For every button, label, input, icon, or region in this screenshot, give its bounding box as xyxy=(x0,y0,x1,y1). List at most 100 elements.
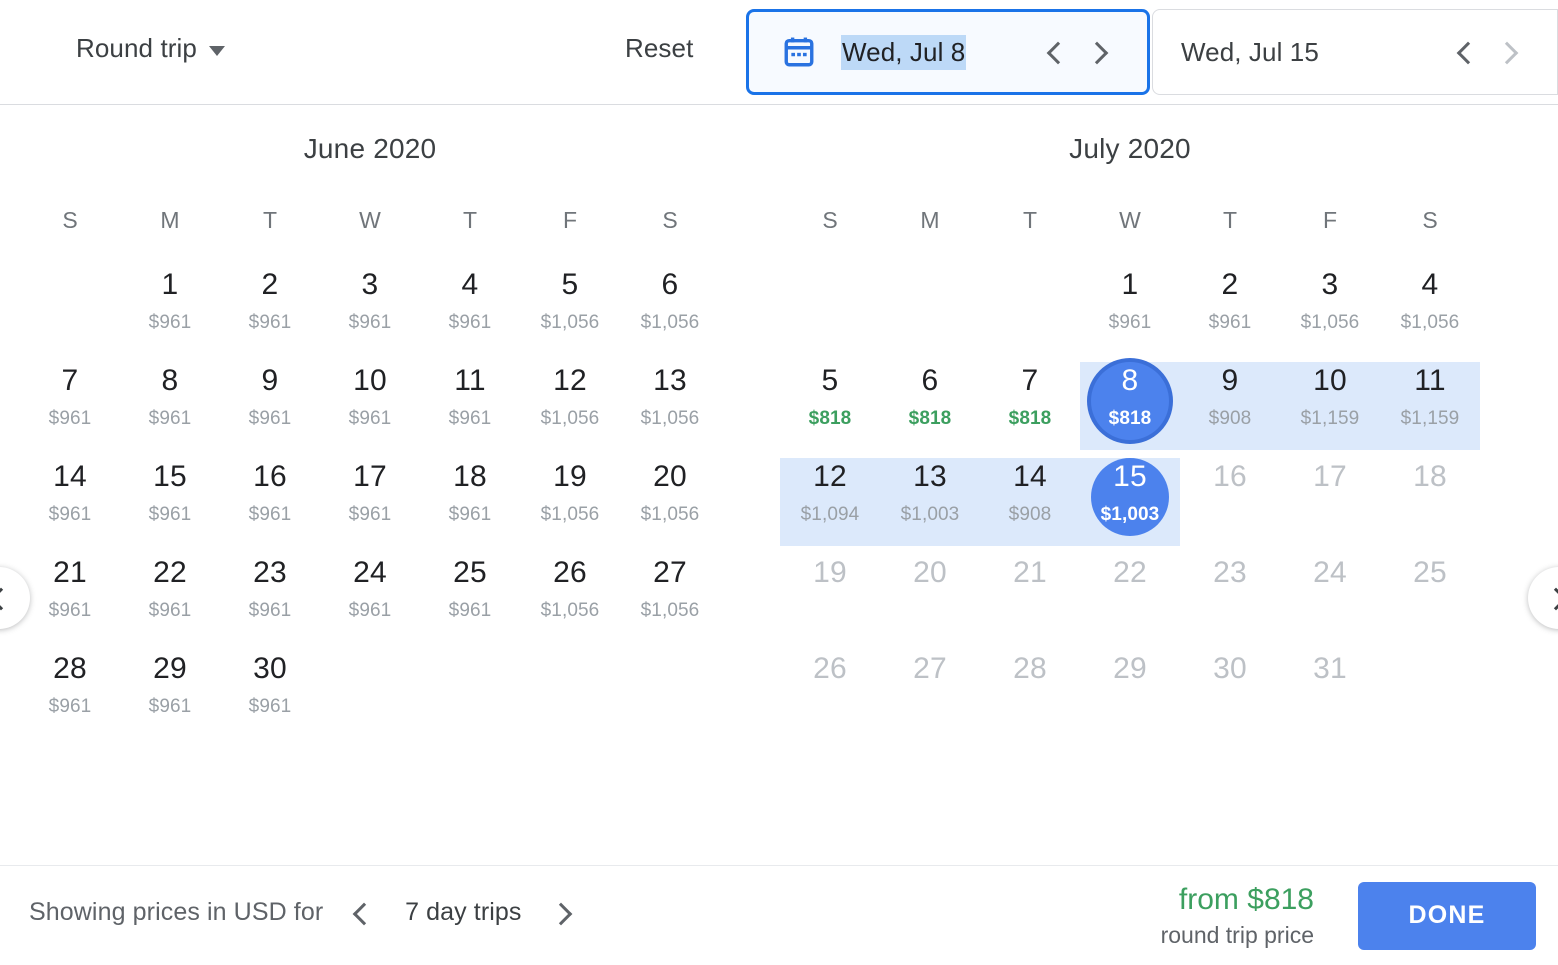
day-cell[interactable]: 14 $908 xyxy=(980,454,1080,550)
day-cell[interactable]: 27 $1,056 xyxy=(620,550,720,646)
departure-prev-day-button[interactable] xyxy=(1043,39,1069,65)
return-prev-day-button[interactable] xyxy=(1453,39,1479,65)
day-cell[interactable]: 25 $961 xyxy=(420,550,520,646)
day-cell[interactable]: 13 $1,003 xyxy=(880,454,980,550)
return-date-value: Wed, Jul 15 xyxy=(1181,36,1319,67)
day-price: $1,056 xyxy=(1300,312,1360,333)
day-cell[interactable]: 5 $1,056 xyxy=(520,262,620,358)
week-row: 5 $818 6 $818 7 $818 8 $818 9 $908 10 $1,159 11 $1,15… xyxy=(780,358,1480,454)
day-cell[interactable]: 11 $961 xyxy=(420,358,520,454)
day-number: 5 xyxy=(821,364,839,397)
empty-cell xyxy=(320,646,420,742)
day-price: $961 xyxy=(48,696,92,717)
day-cell[interactable]: 3 $961 xyxy=(320,262,420,358)
day-number: 4 xyxy=(1421,268,1439,301)
day-cell[interactable]: 20 $1,056 xyxy=(620,454,720,550)
day-cell[interactable]: 9 $908 xyxy=(1180,358,1280,454)
trip-length-next-button[interactable] xyxy=(551,900,577,926)
day-price: $961 xyxy=(448,312,492,333)
day-cell[interactable]: 28 $961 xyxy=(20,646,120,742)
day-cell[interactable]: 15 $1,003 xyxy=(1080,454,1180,550)
day-cell[interactable]: 10 $961 xyxy=(320,358,420,454)
day-price: $961 xyxy=(1108,312,1152,333)
day-cell[interactable]: 8 $961 xyxy=(120,358,220,454)
day-number: 19 xyxy=(813,556,847,589)
day-cell[interactable]: 6 $1,056 xyxy=(620,262,720,358)
calendar-header: Round trip Reset Wed, Jul 8 Wed, Jul 15 xyxy=(0,0,1558,105)
day-number: 10 xyxy=(353,364,387,397)
trip-length-prev-button[interactable] xyxy=(349,900,375,926)
day-price: $1,056 xyxy=(540,312,600,333)
day-cell[interactable]: 2 $961 xyxy=(1180,262,1280,358)
day-cell[interactable]: 19 $1,056 xyxy=(520,454,620,550)
day-number: 30 xyxy=(1213,652,1247,685)
day-price: $961 xyxy=(448,504,492,525)
calendar-icon xyxy=(784,37,814,67)
day-cell[interactable]: 21 $961 xyxy=(20,550,120,646)
day-number: 23 xyxy=(253,556,287,589)
day-cell[interactable]: 11 $1,159 xyxy=(1380,358,1480,454)
day-cell[interactable]: 7 $818 xyxy=(980,358,1080,454)
day-number: 26 xyxy=(813,652,847,685)
return-next-day-button[interactable] xyxy=(1497,39,1523,65)
day-price: $961 xyxy=(248,408,292,429)
day-cell[interactable]: 14 $961 xyxy=(20,454,120,550)
day-number: 16 xyxy=(253,460,287,493)
day-price: $961 xyxy=(148,696,192,717)
day-cell[interactable]: 1 $961 xyxy=(120,262,220,358)
empty-cell xyxy=(620,646,720,742)
day-cell[interactable]: 4 $1,056 xyxy=(1380,262,1480,358)
day-cell[interactable]: 30 $961 xyxy=(220,646,320,742)
day-cell[interactable]: 22 $961 xyxy=(120,550,220,646)
day-price: $961 xyxy=(248,696,292,717)
day-number: 1 xyxy=(161,268,179,301)
day-number: 9 xyxy=(261,364,279,397)
day-cell[interactable]: 2 $961 xyxy=(220,262,320,358)
weekday-label: W xyxy=(359,207,381,233)
departure-next-day-button[interactable] xyxy=(1087,39,1113,65)
day-cell[interactable]: 16 $961 xyxy=(220,454,320,550)
day-cell[interactable]: 29 $961 xyxy=(120,646,220,742)
day-cell[interactable]: 7 $961 xyxy=(20,358,120,454)
day-cell[interactable]: 13 $1,056 xyxy=(620,358,720,454)
day-cell[interactable]: 1 $961 xyxy=(1080,262,1180,358)
day-cell[interactable]: 23 $961 xyxy=(220,550,320,646)
day-cell: 28 xyxy=(980,646,1080,742)
week-row: 21 $961 22 $961 23 $961 24 $961 25 $961 26 $1,056 27… xyxy=(20,550,720,646)
day-cell[interactable]: 6 $818 xyxy=(880,358,980,454)
day-cell[interactable]: 24 $961 xyxy=(320,550,420,646)
day-cell: 17 xyxy=(1280,454,1380,550)
day-number: 22 xyxy=(153,556,187,589)
day-price: $961 xyxy=(1208,312,1252,333)
day-cell[interactable]: 4 $961 xyxy=(420,262,520,358)
trip-type-dropdown[interactable]: Round trip xyxy=(76,33,225,64)
day-number: 25 xyxy=(453,556,487,589)
day-cell[interactable]: 12 $1,056 xyxy=(520,358,620,454)
day-number: 13 xyxy=(653,364,687,397)
day-cell[interactable]: 15 $961 xyxy=(120,454,220,550)
reset-button[interactable]: Reset xyxy=(625,33,693,64)
day-number: 20 xyxy=(913,556,947,589)
day-cell[interactable]: 9 $961 xyxy=(220,358,320,454)
month-left: June 2020 S M T W T F S 1 $961 2 $961 3 $961 4 $961 5 $1,… xyxy=(0,133,760,742)
month-title: July 2020 xyxy=(1069,133,1191,164)
day-cell[interactable]: 17 $961 xyxy=(320,454,420,550)
return-date-field[interactable]: Wed, Jul 15 xyxy=(1152,9,1558,95)
day-number: 16 xyxy=(1213,460,1247,493)
day-cell[interactable]: 8 $818 xyxy=(1080,358,1180,454)
day-number: 29 xyxy=(153,652,187,685)
weekday-label: S xyxy=(62,207,78,233)
day-number: 15 xyxy=(1113,460,1147,493)
day-cell: 31 xyxy=(1280,646,1380,742)
done-button[interactable]: DONE xyxy=(1358,881,1536,950)
day-cell[interactable]: 18 $961 xyxy=(420,454,520,550)
departure-date-field[interactable]: Wed, Jul 8 xyxy=(746,9,1150,95)
day-cell[interactable]: 5 $818 xyxy=(780,358,880,454)
day-cell: 30 xyxy=(1180,646,1280,742)
day-cell[interactable]: 26 $1,056 xyxy=(520,550,620,646)
day-price: $818 xyxy=(1008,408,1052,429)
day-cell[interactable]: 10 $1,159 xyxy=(1280,358,1380,454)
footer-actions: from $818 round trip price DONE xyxy=(1161,866,1536,965)
day-cell[interactable]: 12 $1,094 xyxy=(780,454,880,550)
day-cell[interactable]: 3 $1,056 xyxy=(1280,262,1380,358)
